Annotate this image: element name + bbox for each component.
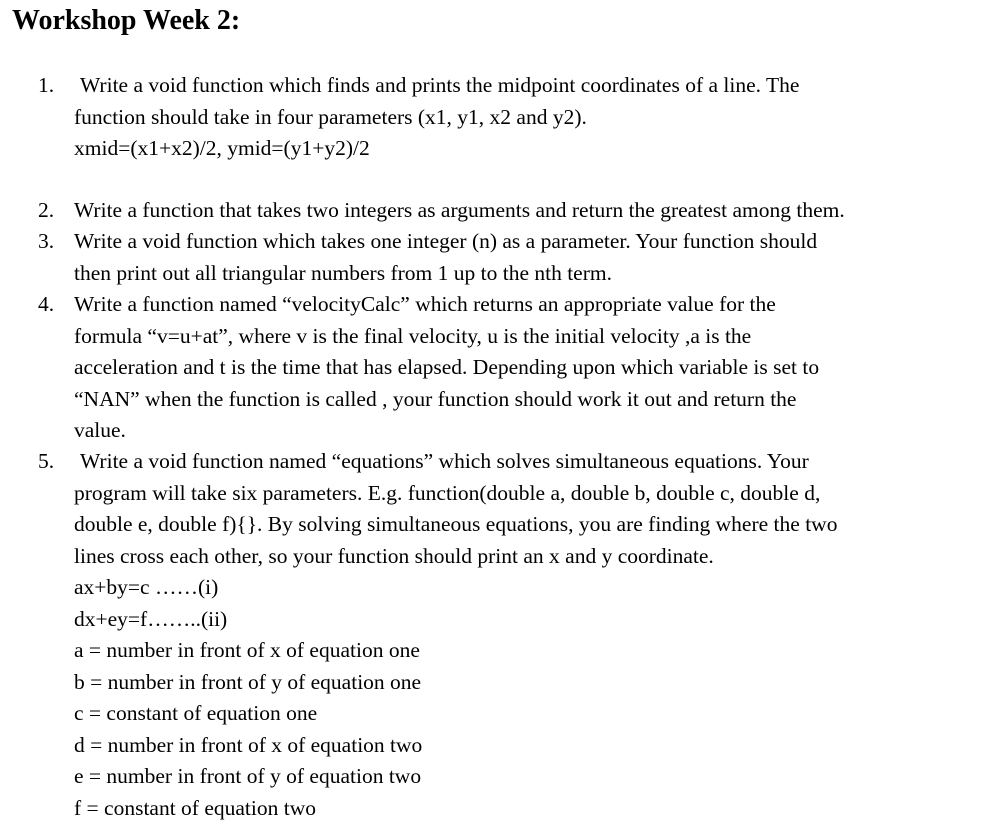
list-number: 2. [38, 198, 55, 222]
text-line: Write a function named “velocityCalc” wh… [74, 292, 776, 316]
definition-line: d = number in front of x of equation two [74, 732, 423, 757]
definition-line: f = constant of equation two [74, 795, 317, 820]
text-line: double e, double f){}. By solving simult… [74, 512, 838, 536]
list-number: 4. [38, 292, 55, 316]
list-number: 5. [38, 449, 55, 473]
equation-line: ax+by=c ……(i) [74, 575, 219, 599]
list-item-text: Write a void function which takes one in… [74, 226, 994, 289]
text-line: xmid=(x1+x2)/2, ymid=(y1+y2)/2 [74, 136, 370, 160]
list-number: 1. [38, 73, 55, 97]
text-line: Write a void function which finds and pr… [80, 73, 800, 97]
definition-line: a = number in front of x of equation one [74, 638, 420, 662]
list-item-text: Write a function named “velocityCalc” wh… [74, 289, 994, 447]
text-line: Write a void function which takes one in… [74, 229, 818, 253]
text-line: Write a void function named “equations” … [80, 449, 809, 473]
definition-line: b = number in front of y of equation one [74, 669, 422, 694]
text-line: “NAN” when the function is called , your… [74, 386, 797, 411]
text-line: lines cross each other, so your function… [74, 543, 714, 568]
definition-line: e = number in front of y of equation two [74, 764, 422, 788]
list-item-text: Write a void function named “equations” … [74, 446, 994, 824]
text-line: formula “v=u+at”, where v is the final v… [74, 323, 752, 348]
text-line: value. [74, 418, 126, 442]
page-title: Workshop Week 2: [12, 5, 241, 36]
definition-line: c = constant of equation one [74, 701, 318, 725]
text-line: program will take six parameters. E.g. f… [74, 480, 821, 505]
text-line: acceleration and t is the time that has … [74, 355, 820, 379]
equation-line: dx+ey=f……..(ii) [74, 606, 228, 631]
list-item-text: Write a function that takes two integers… [74, 195, 994, 227]
text-line: function should take in four parameters … [74, 104, 587, 129]
list-number: 3. [38, 229, 55, 253]
text-line: then print out all triangular numbers fr… [74, 260, 612, 285]
text-line: Write a function that takes two integers… [74, 198, 845, 222]
list-item-text: Write a void function which finds and pr… [74, 70, 994, 165]
